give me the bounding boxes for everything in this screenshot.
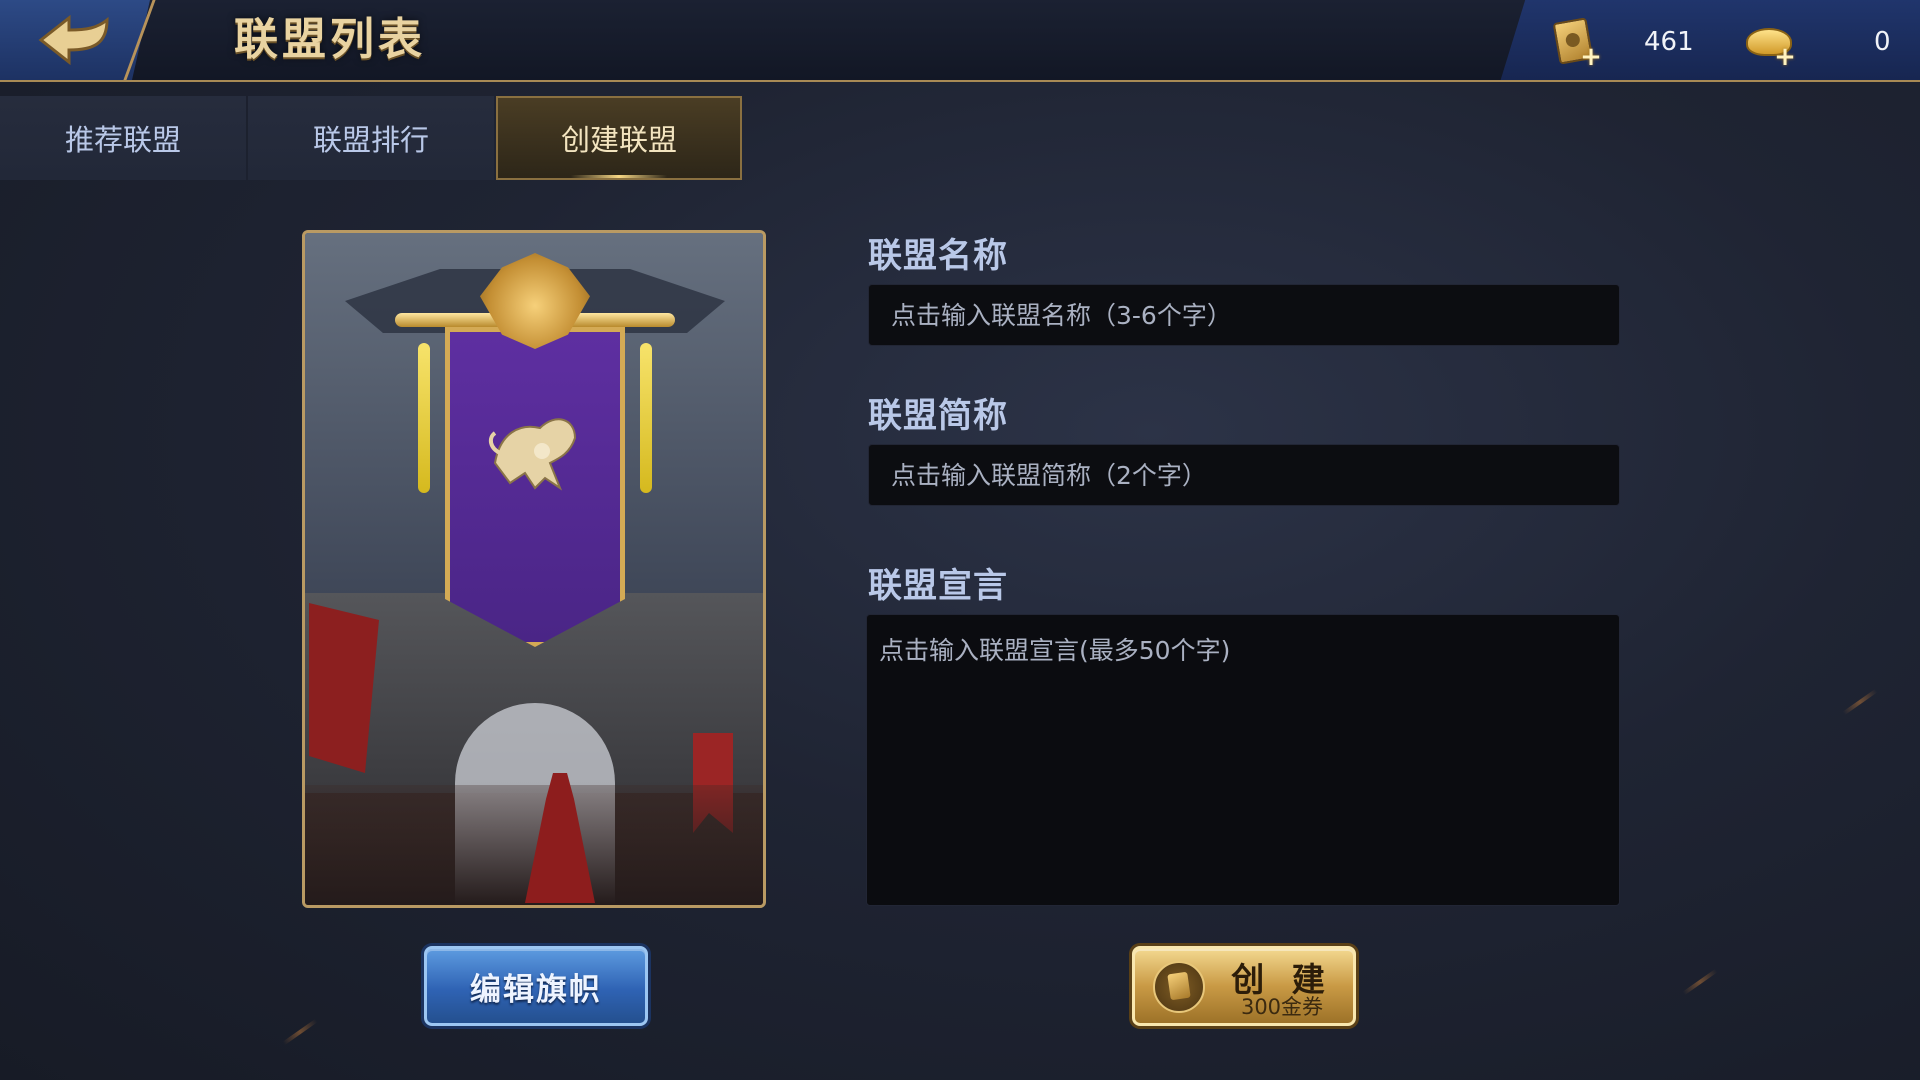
add-coupon-icon[interactable]: + — [1580, 44, 1602, 70]
tassel-left — [418, 343, 430, 493]
ember-decoration — [1682, 968, 1718, 996]
create-alliance-button[interactable]: 创 建 300金券 — [1132, 946, 1356, 1026]
alliance-name-label: 联盟名称 — [868, 236, 1008, 276]
tab-recommended-alliances[interactable]: 推荐联盟 — [0, 96, 246, 180]
alliance-abbr-input[interactable]: 点击输入联盟简称（2个字） — [868, 444, 1620, 506]
ember-decoration — [1842, 688, 1878, 716]
currency-panel: + 461 + 0 — [1500, 0, 1920, 82]
gold-coupon-icon — [1153, 961, 1205, 1013]
tassel-right — [640, 343, 652, 493]
page-title: 联盟列表 — [234, 14, 426, 65]
alliance-manifesto-label: 联盟宣言 — [868, 566, 1008, 606]
tab-alliance-ranking[interactable]: 联盟排行 — [248, 96, 494, 180]
tab-create-alliance[interactable]: 创建联盟 — [496, 96, 742, 180]
ember-decoration — [282, 1018, 318, 1046]
alliance-abbr-label: 联盟简称 — [868, 396, 1008, 436]
tab-bar: 推荐联盟 联盟排行 创建联盟 — [0, 96, 744, 180]
add-ingot-icon[interactable]: + — [1774, 44, 1796, 70]
edit-banner-button[interactable]: 编辑旗帜 — [424, 946, 648, 1026]
back-arrow-icon — [38, 14, 109, 66]
gold-ingot-icon[interactable]: + — [1742, 14, 1798, 70]
coupon-value: 461 — [1644, 27, 1694, 57]
ingot-value: 0 — [1874, 27, 1891, 57]
top-bar: 联盟列表 + 461 + 0 — [0, 0, 1920, 82]
banner-preview — [302, 230, 766, 908]
alliance-manifesto-input[interactable]: 点击输入联盟宣言(最多50个字) — [866, 614, 1620, 906]
tiger-emblem-icon — [488, 418, 577, 491]
alliance-name-input[interactable]: 点击输入联盟名称（3-6个字） — [868, 284, 1620, 346]
gold-coupon-icon[interactable]: + — [1548, 14, 1604, 70]
coupon-counter: + 461 — [1548, 14, 1694, 70]
create-cost-label: 300金券 — [1240, 995, 1324, 1019]
ingot-counter: + 0 — [1742, 14, 1891, 70]
